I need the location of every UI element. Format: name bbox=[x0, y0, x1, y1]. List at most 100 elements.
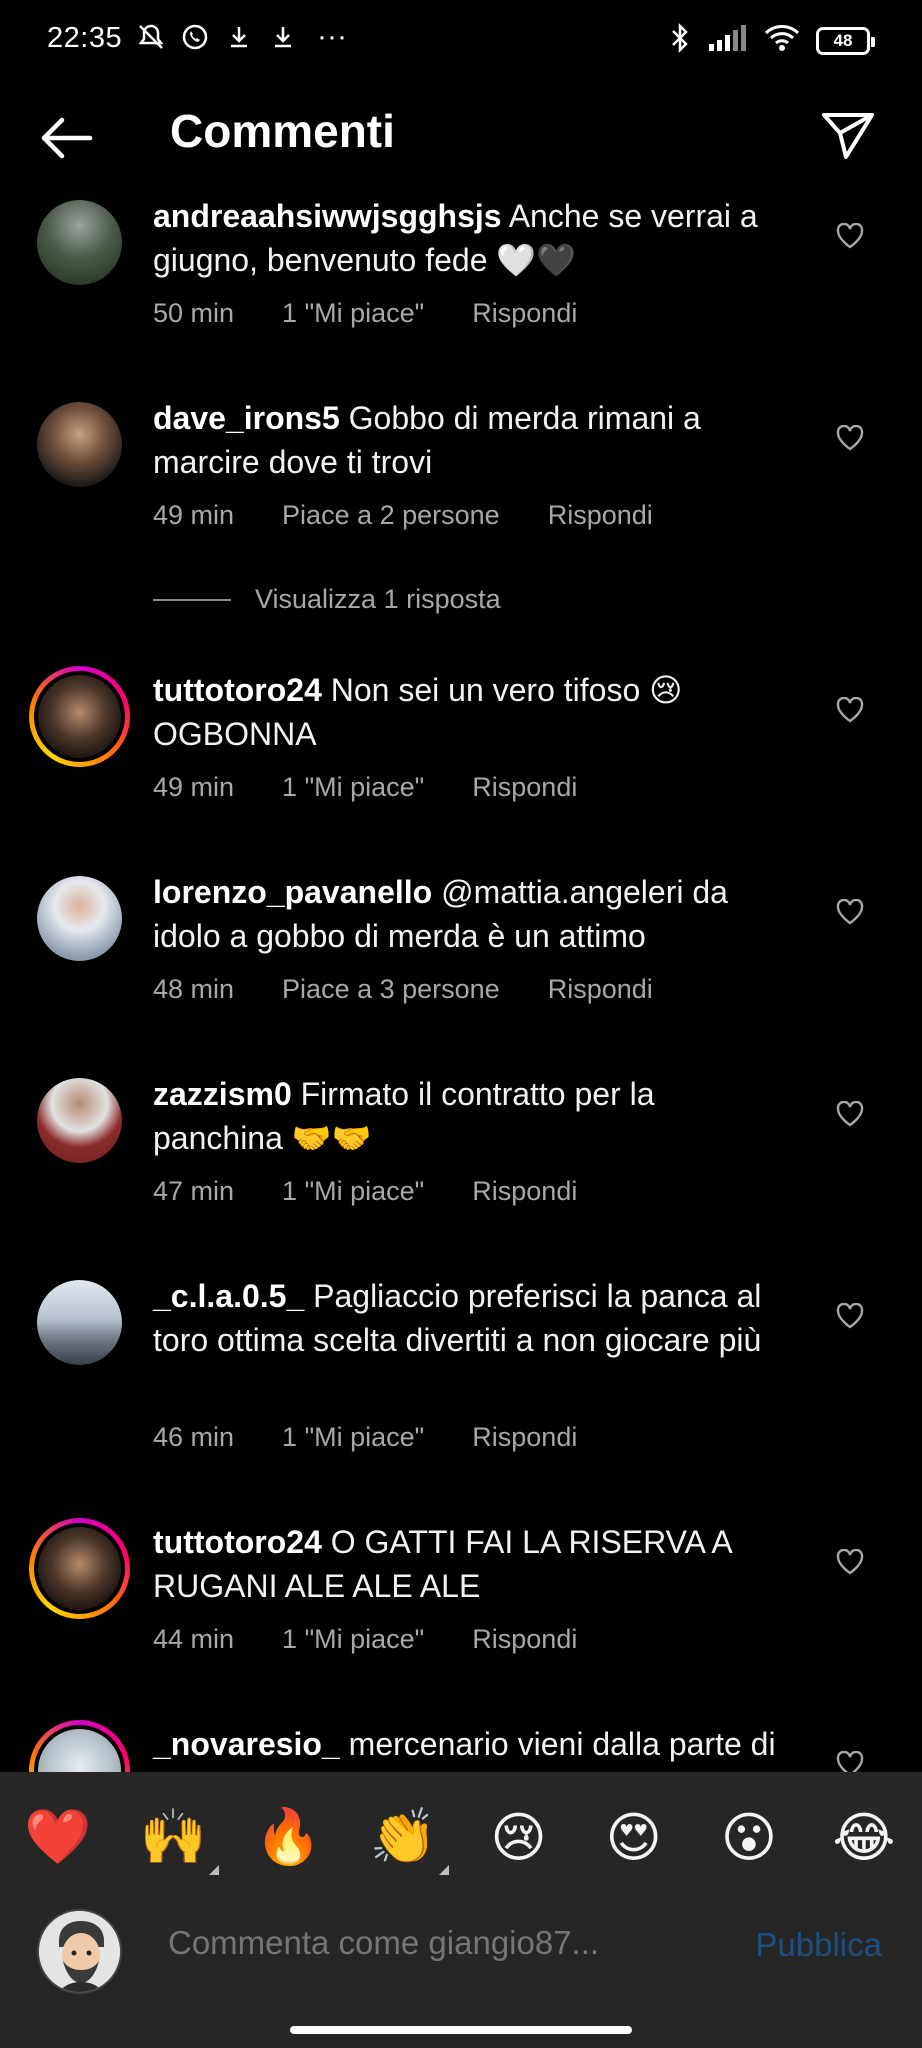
avatar-illustration bbox=[39, 1911, 120, 1992]
avatar-image bbox=[34, 671, 125, 762]
like-button[interactable] bbox=[830, 1744, 870, 1772]
reply-button[interactable]: Rispondi bbox=[548, 974, 653, 1005]
comment-meta: 48 min Piace a 3 persone Rispondi bbox=[153, 974, 701, 1005]
comment-text: zazzism0 Firmato il contratto per la pan… bbox=[153, 1072, 793, 1160]
heart-icon bbox=[836, 1549, 864, 1575]
notification-icons: ··· bbox=[136, 20, 352, 53]
comment-username[interactable]: andreaahsiwwjsgghsjs bbox=[153, 198, 502, 234]
comment-likes[interactable]: 1 "Mi piace" bbox=[282, 1422, 424, 1453]
avatar-image bbox=[34, 1523, 125, 1614]
comment-username[interactable]: zazzism0 bbox=[153, 1076, 292, 1112]
comment-meta: 44 min 1 "Mi piace" Rispondi bbox=[153, 1624, 625, 1655]
comment-username[interactable]: tuttotoro24 bbox=[153, 1524, 322, 1560]
avatar[interactable] bbox=[37, 200, 122, 285]
like-button[interactable] bbox=[830, 892, 870, 932]
comment-composer: Pubblica bbox=[0, 1902, 922, 2048]
reply-button[interactable]: Rispondi bbox=[472, 1624, 577, 1655]
emoji-clap-button[interactable]: 👏 bbox=[363, 1797, 450, 1877]
heart-icon bbox=[836, 425, 864, 451]
avatar-with-story[interactable] bbox=[29, 666, 130, 767]
comment-username[interactable]: _novaresio_ bbox=[153, 1726, 340, 1762]
comment-meta: 49 min Piace a 2 persone Rispondi bbox=[153, 500, 701, 531]
comment-likes[interactable]: 1 "Mi piace" bbox=[282, 1176, 424, 1207]
current-user-avatar bbox=[37, 1909, 122, 1994]
comment-likes[interactable]: 1 "Mi piace" bbox=[282, 1624, 424, 1655]
emoji-heart-eyes-button[interactable]: 😍 bbox=[594, 1797, 674, 1877]
comment-time: 48 min bbox=[153, 974, 235, 1004]
download-icon bbox=[268, 22, 298, 52]
avatar[interactable] bbox=[37, 876, 122, 961]
signal-icon bbox=[708, 24, 748, 57]
paper-plane-icon bbox=[822, 113, 874, 159]
comment-likes[interactable]: Piace a 2 persone bbox=[282, 500, 500, 531]
like-button[interactable] bbox=[830, 1542, 870, 1582]
reply-button[interactable]: Rispondi bbox=[548, 500, 653, 531]
comments-list[interactable]: andreaahsiwwjsgghsjs Anche se verrai a g… bbox=[0, 186, 922, 1772]
comment-meta: 50 min 1 "Mi piace" Rispondi bbox=[153, 298, 625, 329]
avatar-with-story[interactable] bbox=[29, 1720, 130, 1772]
comment-text: tuttotoro24 O GATTI FAI LA RISERVA A RUG… bbox=[153, 1520, 793, 1608]
like-button[interactable] bbox=[830, 216, 870, 256]
app-header: Commenti bbox=[0, 86, 922, 186]
publish-button[interactable]: Pubblica bbox=[755, 1926, 882, 1964]
emoji-laughing-button[interactable]: 😂 bbox=[824, 1797, 904, 1877]
comment-text: dave_irons5 Gobbo di merda rimani a marc… bbox=[153, 396, 793, 484]
view-replies-label: Visualizza 1 risposta bbox=[255, 584, 501, 614]
status-bar: 22:35 ··· 48 bbox=[0, 0, 922, 86]
heart-icon bbox=[836, 899, 864, 925]
reply-button[interactable]: Rispondi bbox=[472, 298, 577, 329]
comment-meta: 46 min 1 "Mi piace" Rispondi bbox=[153, 1422, 625, 1453]
emoji-surprised-button[interactable]: 😮 bbox=[709, 1797, 789, 1877]
skin-tone-indicator-icon bbox=[439, 1865, 450, 1875]
avatar-image bbox=[37, 402, 122, 487]
like-button[interactable] bbox=[830, 1296, 870, 1336]
emoji-clap: 👏 bbox=[369, 1805, 438, 1868]
comment-username[interactable]: lorenzo_pavanello bbox=[153, 874, 432, 910]
like-button[interactable] bbox=[830, 690, 870, 730]
system-icons: 48 bbox=[668, 22, 875, 59]
comment-text: lorenzo_pavanello @mattia.angeleri da id… bbox=[153, 870, 793, 958]
comment-likes[interactable]: Piace a 3 persone bbox=[282, 974, 500, 1005]
comment-time: 46 min bbox=[153, 1422, 235, 1452]
skin-tone-indicator-icon bbox=[209, 1865, 220, 1875]
share-button[interactable] bbox=[818, 106, 878, 166]
comment-username[interactable]: tuttotoro24 bbox=[153, 672, 322, 708]
emoji-crying-button[interactable]: 😢 bbox=[479, 1797, 559, 1877]
comment-username[interactable]: dave_irons5 bbox=[153, 400, 340, 436]
reply-button[interactable]: Rispondi bbox=[472, 1422, 577, 1453]
like-button[interactable] bbox=[830, 1094, 870, 1134]
avatar[interactable] bbox=[37, 1078, 122, 1163]
comment-time: 49 min bbox=[153, 500, 235, 530]
comment-input[interactable] bbox=[168, 1924, 718, 1962]
page-title: Commenti bbox=[170, 105, 395, 157]
comment-time: 44 min bbox=[153, 1624, 235, 1654]
emoji-fire-button[interactable]: 🔥 bbox=[248, 1797, 328, 1877]
back-button[interactable] bbox=[36, 108, 96, 168]
status-time: 22:35 bbox=[47, 22, 123, 54]
comment-text: _novaresio_ mercenario vieni dalla parte… bbox=[153, 1722, 793, 1772]
reply-button[interactable]: Rispondi bbox=[472, 772, 577, 803]
emoji-raising-hands-button[interactable]: 🙌 bbox=[133, 1797, 220, 1877]
comment-likes[interactable]: 1 "Mi piace" bbox=[282, 298, 424, 329]
bluetooth-icon bbox=[668, 22, 692, 59]
wifi-icon bbox=[764, 23, 800, 58]
battery-icon: 48 bbox=[816, 26, 875, 55]
comment-likes[interactable]: 1 "Mi piace" bbox=[282, 772, 424, 803]
emoji-heart-button[interactable]: ❤️ bbox=[18, 1797, 98, 1877]
avatar-image bbox=[37, 1078, 122, 1163]
avatar-with-story[interactable] bbox=[29, 1518, 130, 1619]
avatar-image bbox=[34, 1725, 125, 1772]
reply-button[interactable]: Rispondi bbox=[472, 1176, 577, 1207]
heart-icon bbox=[836, 1751, 864, 1772]
like-button[interactable] bbox=[830, 418, 870, 458]
avatar[interactable] bbox=[37, 402, 122, 487]
avatar[interactable] bbox=[37, 1280, 122, 1365]
comment-time: 47 min bbox=[153, 1176, 235, 1206]
comment-username[interactable]: _c.l.a.0.5_ bbox=[153, 1278, 304, 1314]
home-indicator[interactable] bbox=[290, 2026, 632, 2034]
arrow-left-icon bbox=[41, 117, 93, 159]
view-replies-button[interactable]: Visualizza 1 risposta bbox=[153, 584, 501, 615]
download-icon bbox=[224, 22, 254, 52]
comment-text: andreaahsiwwjsgghsjs Anche se verrai a g… bbox=[153, 194, 793, 282]
avatar-image bbox=[37, 1280, 122, 1365]
